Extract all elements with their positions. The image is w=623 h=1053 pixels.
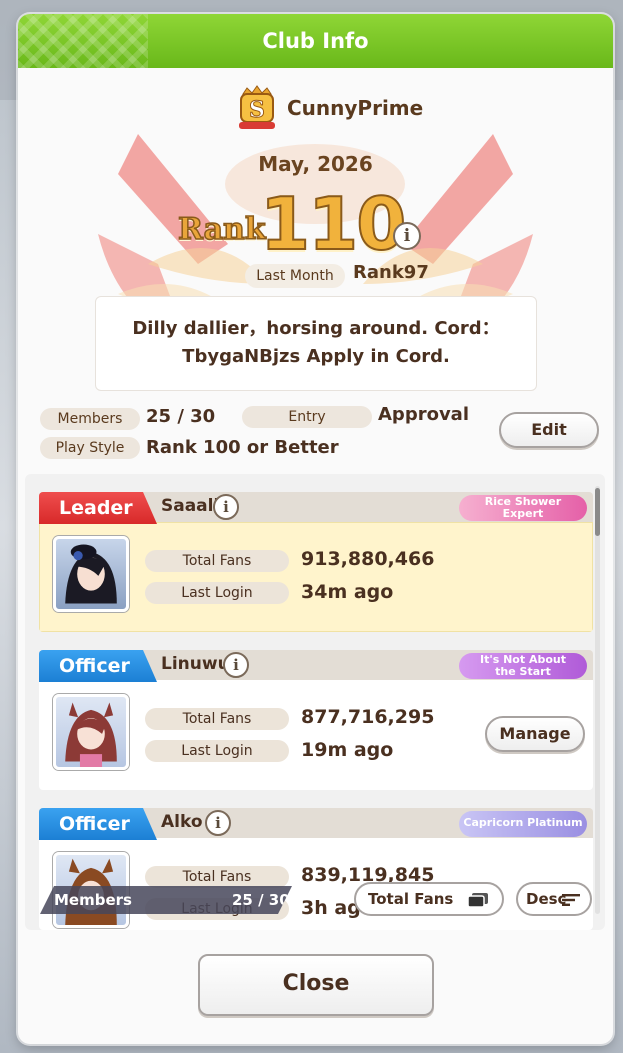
- total-fans-value: 877,716,295: [301, 706, 435, 728]
- total-fans-label: Total Fans: [145, 866, 289, 888]
- member-title-line1: Capricorn Platinum: [463, 816, 583, 829]
- last-month-value: Rank97: [353, 262, 429, 283]
- club-description: Dilly dallier，horsing around. Cord： Tbyg…: [95, 296, 537, 391]
- total-fans-value: 913,880,466: [301, 548, 435, 570]
- sort-option-icon: [468, 893, 488, 907]
- dialog-header: Club Info: [18, 14, 613, 68]
- total-fans-label: Total Fans: [145, 708, 289, 730]
- footer-members-label: Members: [54, 891, 132, 909]
- footer-members-bar: Members 25 / 30: [40, 886, 292, 914]
- member-list[interactable]: Leader Saaali i Rice Shower Expert Total…: [25, 474, 605, 930]
- play-style-value: Rank 100 or Better: [146, 437, 339, 458]
- close-button[interactable]: Close: [198, 954, 434, 1016]
- last-login-value: 19m ago: [301, 739, 394, 761]
- avatar[interactable]: [53, 694, 129, 770]
- member-name: Alko: [161, 812, 203, 832]
- club-name: CunnyPrime: [287, 96, 424, 120]
- avatar-image: [65, 702, 117, 767]
- members-value: 25 / 30: [146, 406, 216, 427]
- member-title-badge: Capricorn Platinum: [459, 811, 587, 837]
- last-month-label: Last Month: [245, 264, 345, 288]
- edit-button[interactable]: Edit: [499, 412, 599, 448]
- club-description-line2: TbygaNBjzs Apply in Cord.: [182, 346, 450, 367]
- member-info-icon[interactable]: i: [213, 494, 239, 520]
- dialog-title: Club Info: [262, 29, 369, 53]
- members-label: Members: [40, 408, 140, 430]
- sort-by-label: Total Fans: [368, 890, 454, 908]
- avatar[interactable]: [53, 536, 129, 612]
- member-info-icon[interactable]: i: [205, 810, 231, 836]
- club-badge-letter: S: [249, 97, 265, 123]
- member-card: Officer Linuwu i It's Not About the Star…: [39, 650, 593, 790]
- role-tag-leader: Leader: [39, 492, 157, 524]
- member-name: Saaali: [161, 496, 220, 516]
- scrollbar-track[interactable]: [595, 486, 600, 914]
- member-title-badge: It's Not About the Start: [459, 653, 587, 679]
- last-login-label: Last Login: [145, 582, 289, 604]
- sort-by-button[interactable]: Total Fans: [354, 882, 504, 916]
- avatar-image: [65, 544, 117, 604]
- scrollbar-thumb[interactable]: [595, 488, 600, 536]
- sort-order-label: Desc: [526, 890, 567, 908]
- sort-desc-icon: [562, 894, 580, 906]
- entry-label: Entry: [242, 406, 372, 428]
- manage-button[interactable]: Manage: [485, 716, 585, 752]
- last-login-label: Last Login: [145, 740, 289, 762]
- last-login-value: 34m ago: [301, 581, 394, 603]
- footer-members-value: 25 / 30: [232, 891, 290, 909]
- member-title-line2: Expert: [502, 507, 544, 520]
- club-name-row: S CunnyPrime: [233, 84, 423, 132]
- rank-date: May, 2026: [258, 152, 373, 176]
- club-description-line1: Dilly dallier，horsing around. Cord：: [132, 318, 500, 339]
- role-tag-officer: Officer: [39, 650, 157, 682]
- member-name: Linuwu: [161, 654, 230, 674]
- play-style-label: Play Style: [40, 437, 140, 459]
- sort-order-button[interactable]: Desc: [516, 882, 592, 916]
- member-title-badge: Rice Shower Expert: [459, 495, 587, 521]
- role-tag-officer: Officer: [39, 808, 157, 840]
- club-rank-badge-icon: S: [239, 85, 275, 129]
- club-info-dialog: Club Info S CunnyPrime May, 2026 Rank 11…: [18, 14, 613, 1044]
- member-title-line2: the Start: [495, 665, 551, 678]
- member-card: Leader Saaali i Rice Shower Expert Total…: [39, 492, 593, 632]
- rank-info-icon[interactable]: i: [393, 222, 421, 250]
- member-info-icon[interactable]: i: [223, 652, 249, 678]
- entry-value: Approval: [378, 404, 469, 425]
- rank-label: Rank: [177, 211, 266, 248]
- rank-value: 110: [259, 181, 407, 267]
- total-fans-label: Total Fans: [145, 550, 289, 572]
